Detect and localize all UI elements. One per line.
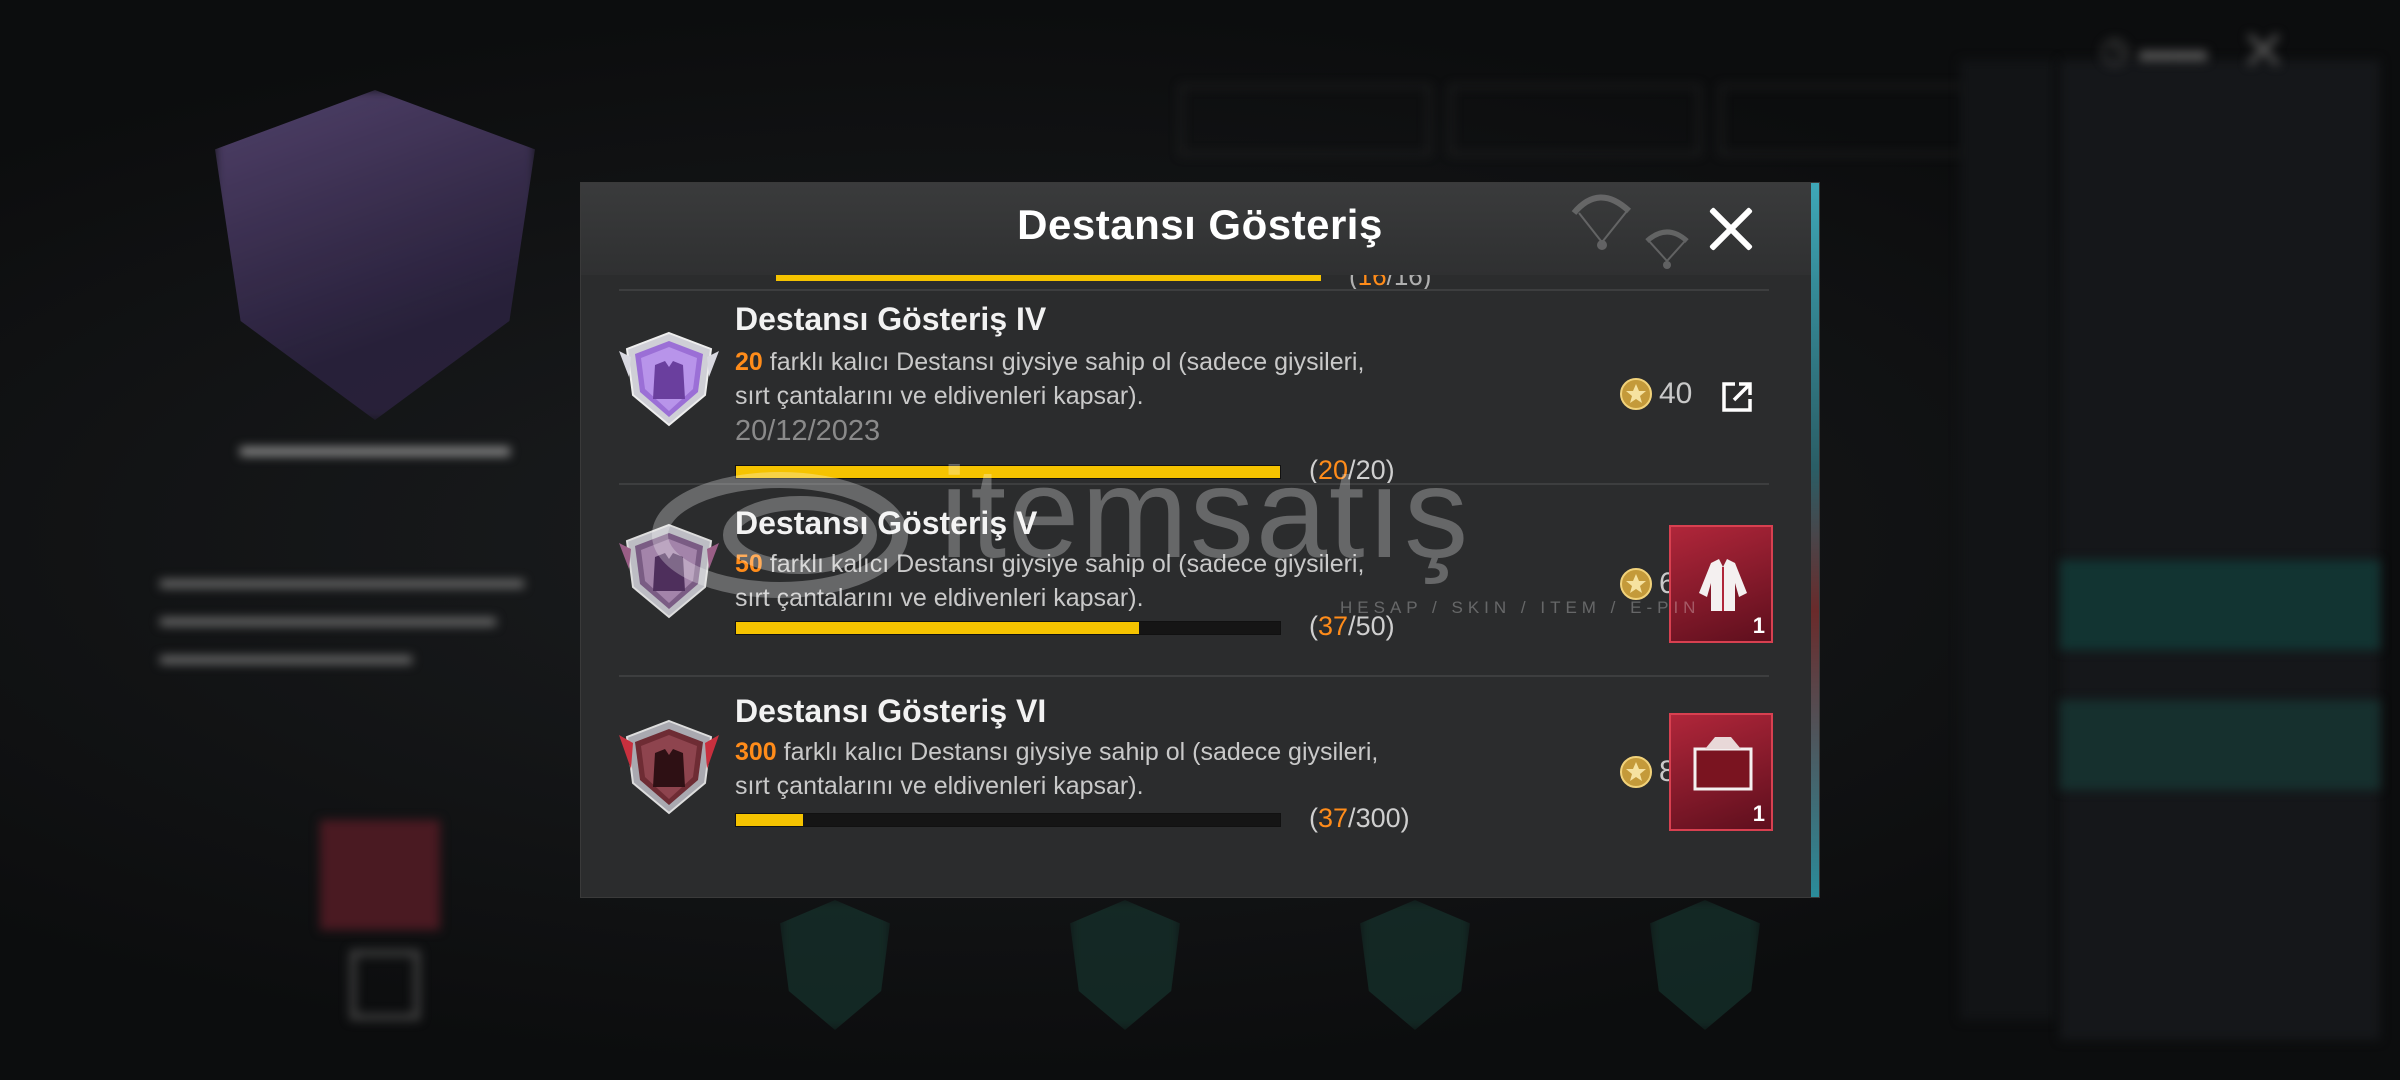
background-help: ◷ ▬▬ <box>2100 31 2208 69</box>
divider <box>619 289 1769 291</box>
dialog-edge-decoration <box>1811 183 1819 897</box>
background-description: ▬▬▬▬▬▬▬▬▬▬▬▬▬ ▬▬▬▬▬▬▬▬▬▬▬▬ ▬▬▬▬▬▬▬▬▬ <box>160 563 524 670</box>
box-icon <box>1693 737 1753 791</box>
progress-bar <box>735 813 1281 827</box>
close-button[interactable] <box>1699 197 1763 261</box>
achievement-list[interactable]: (16/16) Destansı Gösteriş IV 20 farklı k… <box>581 275 1819 897</box>
star-coin-icon <box>1620 756 1652 788</box>
achievement-row: Destansı Gösteriş IV 20 farklı kalıcı De… <box>619 293 1769 485</box>
achievement-badge-icon <box>619 331 719 427</box>
achievement-badge-icon <box>619 719 719 815</box>
background-right-panel <box>2060 60 2380 1040</box>
progress-count: (20/20) <box>1309 455 1395 485</box>
reward-quantity: 1 <box>1752 613 1765 638</box>
reward-quantity: 1 <box>1752 801 1765 826</box>
dialog-title: Destansı Gösteriş <box>1017 201 1383 248</box>
background-badge-small <box>1070 900 1180 1030</box>
divider <box>619 675 1769 677</box>
achievement-description: 50 farklı kalıcı Destansı giysiye sahip … <box>735 550 1365 612</box>
achievement-row: Destansı Gösteriş V 50 farklı kalıcı Des… <box>619 487 1773 677</box>
completion-date: 20/12/2023 <box>735 415 881 447</box>
achievement-points: 40 <box>1619 377 1692 411</box>
background-side-column <box>1960 60 2055 1020</box>
clipped-row: (16/16) <box>621 275 1721 291</box>
background-filters <box>880 85 1970 155</box>
background-badge-small <box>1360 900 1470 1030</box>
jacket-icon <box>1699 559 1747 611</box>
background-badge-small <box>1650 900 1760 1030</box>
achievement-title: Destansı Gösteriş VI <box>735 693 1047 729</box>
background-selected-item-2 <box>2060 700 2380 790</box>
background-title: ▬▬▬▬▬▬▬▬▬ <box>240 430 510 463</box>
star-coin-icon <box>1620 378 1652 410</box>
progress-bar <box>735 621 1281 635</box>
achievement-title: Destansı Gösteriş IV <box>735 301 1047 337</box>
reward-item[interactable]: 1 <box>1669 713 1773 831</box>
background-badge <box>215 90 535 420</box>
background-reward-card <box>320 820 440 930</box>
achievement-badge-icon <box>619 523 719 619</box>
achievement-description: 300 farklı kalıcı Destansı giysiye sahip… <box>735 738 1379 800</box>
reward-item[interactable]: 1 <box>1669 525 1773 643</box>
dialog-header: Destansı Gösteriş <box>581 183 1819 275</box>
background-badge-small <box>780 900 890 1030</box>
progress-bar <box>735 465 1281 479</box>
progress-count: (37/50) <box>1309 611 1395 641</box>
achievement-row: Destansı Gösteriş VI 300 farklı kalıcı D… <box>619 679 1773 879</box>
background-selected-item <box>2060 560 2380 650</box>
points-value: 40 <box>1659 377 1693 410</box>
background-grid-icon <box>350 950 420 1020</box>
divider <box>619 483 1769 485</box>
progress-count: (37/300) <box>1309 803 1410 833</box>
achievement-description: 20 farklı kalıcı Destansı giysiye sahip … <box>735 348 1365 410</box>
background-close-icon: ✕ <box>2240 19 2287 82</box>
achievement-title: Destansı Gösteriş V <box>735 505 1038 541</box>
achievement-dialog: Destansı Gösteriş (16/16) Destansı Göste… <box>580 182 1820 898</box>
star-coin-icon <box>1620 568 1652 600</box>
share-icon[interactable] <box>1719 379 1755 415</box>
clipped-progress-bar <box>776 275 1321 281</box>
